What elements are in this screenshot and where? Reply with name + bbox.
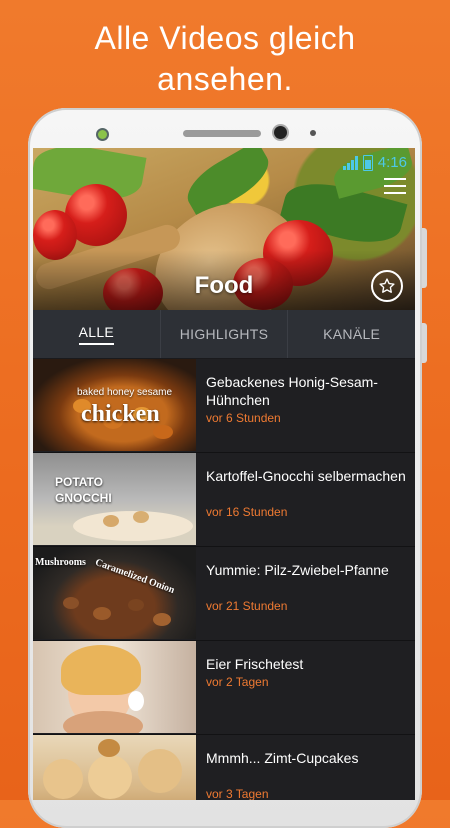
video-thumbnail [33,641,196,733]
thumbnail-caption: baked honey sesame [77,387,173,398]
video-title: Kartoffel-Gnocchi selbermachen [206,468,406,484]
thumbnail-caption: POTATO [55,475,103,489]
video-title: Mmmh... Zimt-Cupcakes [206,750,359,766]
tab-label: ALLE [78,324,115,345]
front-camera [274,126,287,139]
video-list-item[interactable]: POTATO GNOCCHI Kartoffel-Gnocchi selberm… [33,453,415,547]
video-title: Gebackenes Honig-Sesam-Hühnchen [206,374,378,408]
video-time: vor 3 Tagen [206,787,269,800]
tab-bar: ALLE HIGHLIGHTS KANÄLE [33,310,415,359]
volume-button [422,228,427,288]
video-time: vor 6 Stunden [206,411,281,425]
promo-headline-line1: Alle Videos gleich [94,20,356,56]
power-button [422,323,427,363]
signal-strength-icon [342,155,358,170]
thumbnail-caption: Mushrooms [35,557,86,568]
channel-hero-image: 4:16 Food [33,148,415,310]
battery-icon [362,154,373,171]
video-list-item[interactable]: baked honey sesame chicken Gebackenes Ho… [33,359,415,453]
promo-headline-line2: ansehen. [157,61,293,97]
earpiece-speaker [183,130,261,137]
video-thumbnail: POTATO GNOCCHI [33,453,196,545]
favorite-button[interactable] [371,270,403,302]
thumbnail-caption: Caramelized Onion [93,557,176,596]
video-title: Eier Frischetest [206,656,304,672]
video-list-item[interactable]: Eier Frischetest vor 2 Tagen [33,641,415,735]
video-title: Yummie: Pilz-Zwiebel-Pfanne [206,562,389,578]
proximity-sensor [310,130,316,136]
tab-label: HIGHLIGHTS [179,326,269,342]
thumbnail-caption: GNOCCHI [55,491,112,505]
thumbnail-caption: chicken [81,401,160,427]
tab-label: KANÄLE [323,326,381,342]
video-list: baked honey sesame chicken Gebackenes Ho… [33,359,415,800]
video-list-item[interactable]: Mmmh... Zimt-Cupcakes vor 3 Tagen [33,735,415,800]
video-list-item[interactable]: Mushrooms Caramelized Onion Yummie: Pilz… [33,547,415,641]
tab-kanaele[interactable]: KANÄLE [288,310,415,358]
video-time: vor 16 Stunden [206,505,288,519]
notification-led [98,130,107,139]
status-time: 4:16 [377,154,407,171]
video-thumbnail: Mushrooms Caramelized Onion [33,547,196,639]
star-outline-icon [379,278,395,293]
promo-headline: Alle Videos gleich ansehen. [0,18,450,100]
tab-highlights[interactable]: HIGHLIGHTS [161,310,289,358]
video-time: vor 21 Stunden [206,599,288,613]
video-thumbnail: baked honey sesame chicken [33,359,196,451]
hamburger-menu-icon[interactable] [384,178,406,194]
tab-alle[interactable]: ALLE [33,310,161,358]
channel-title: Food [194,272,254,299]
status-bar: 4:16 [342,154,407,171]
app-screen: 4:16 Food ALLE HIGHLIGHTS KANÄLE baked h… [33,148,415,800]
video-thumbnail [33,735,196,800]
video-time: vor 2 Tagen [206,675,269,689]
